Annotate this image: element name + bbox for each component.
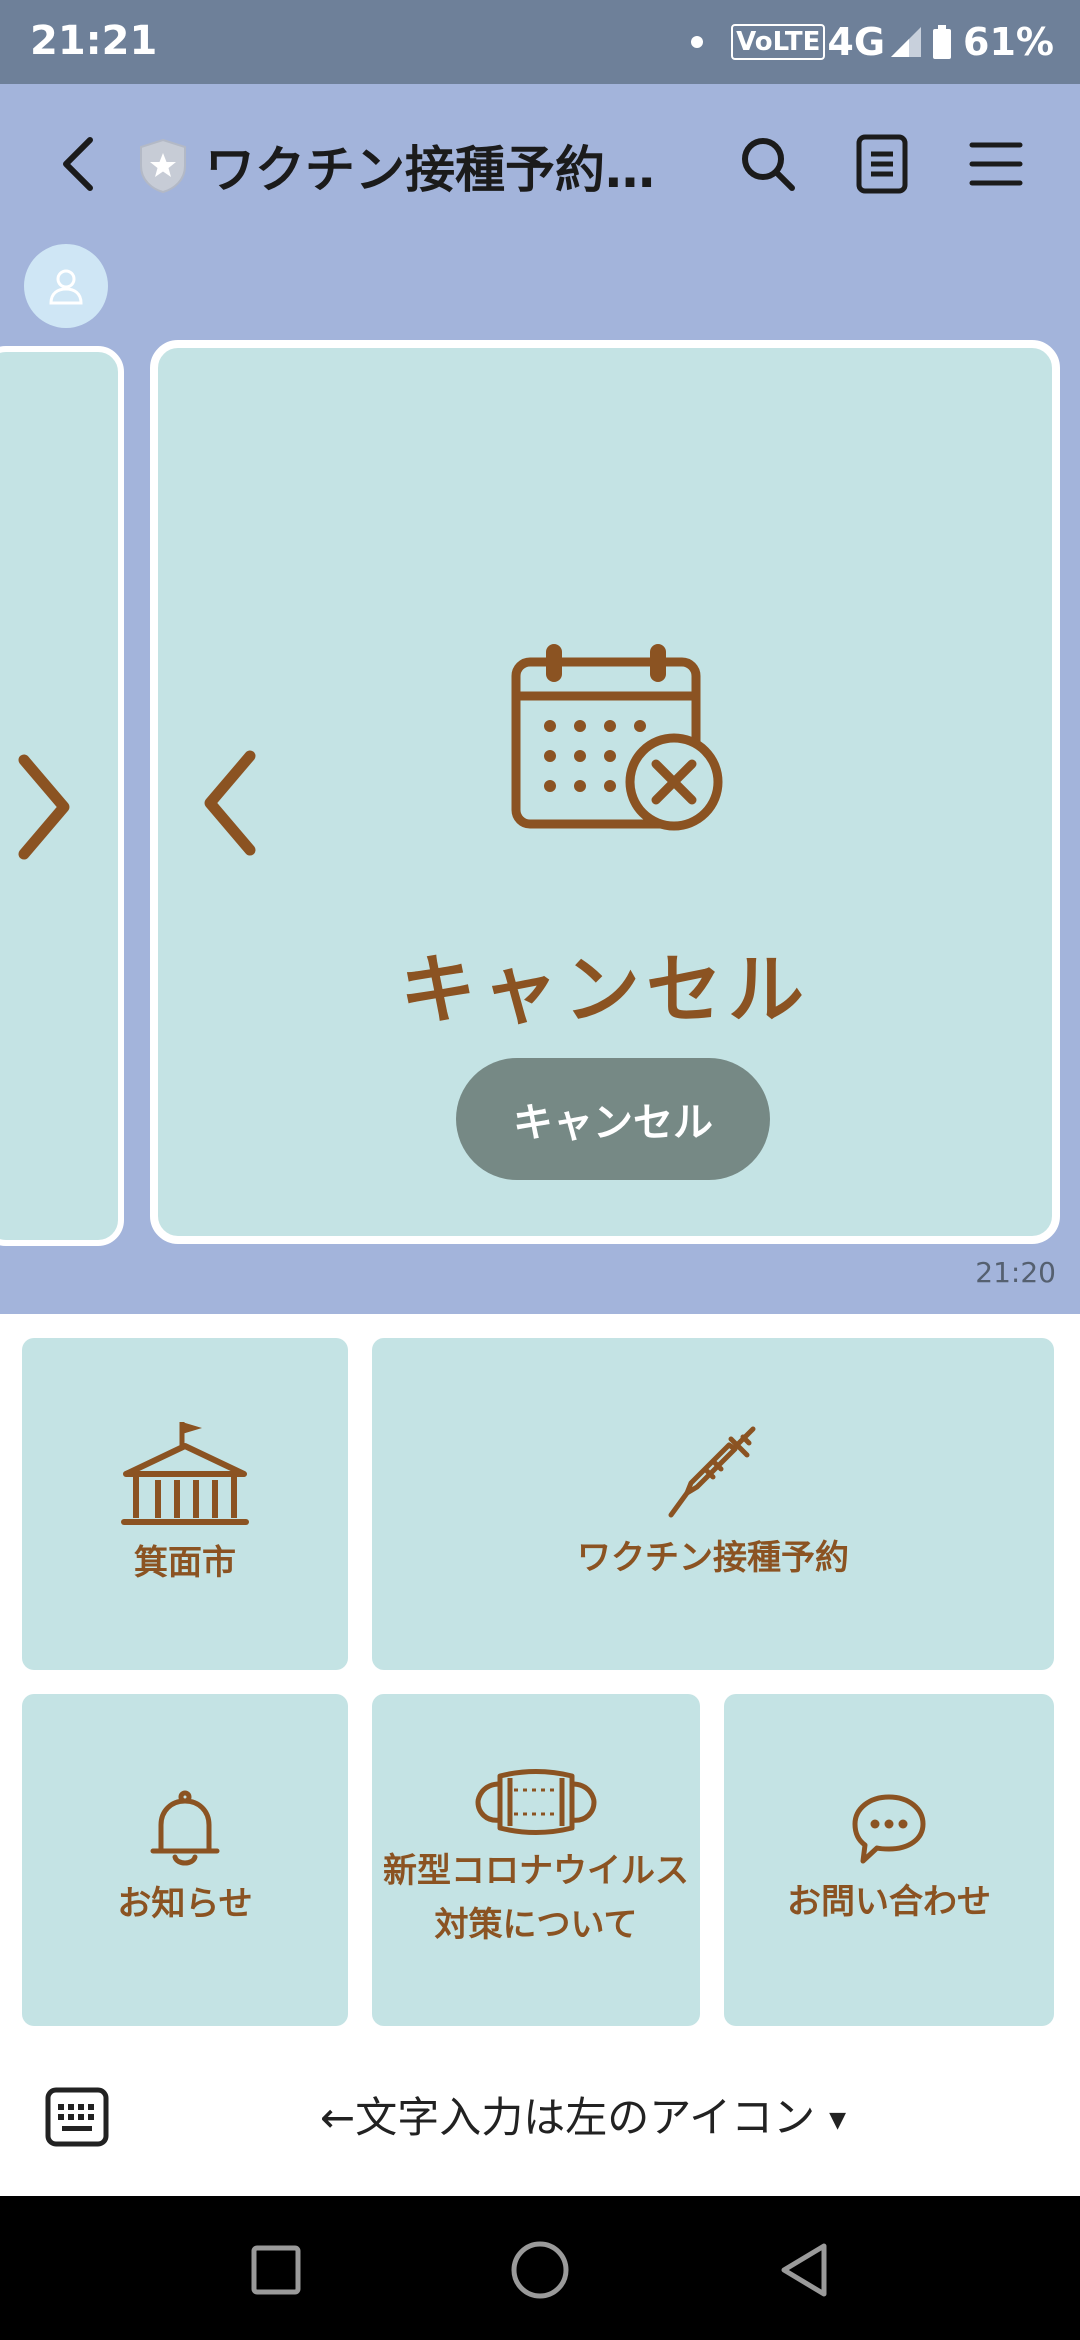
calendar-cancel-icon: [511, 644, 723, 831]
status-bar: 21:21 VoLTE 4G 61%: [0, 0, 1080, 84]
volte-badge: VoLTE: [731, 24, 826, 60]
recents-button[interactable]: [236, 2230, 316, 2310]
menu-tile-vaccine-reservation[interactable]: ワクチン接種予約: [372, 1338, 1054, 1670]
card-title: キャンセル: [400, 945, 810, 1034]
menu-tile-label: お知らせ: [117, 1884, 253, 1924]
keyboard-toggle-button[interactable]: [44, 2086, 110, 2148]
bell-icon: [150, 1790, 220, 1866]
carousel-card-cancel[interactable]: キャンセル キャンセル: [150, 340, 1060, 1244]
triangle-back-icon: [781, 2243, 827, 2297]
circle-icon: [511, 2241, 569, 2299]
keyboard-icon: [45, 2087, 109, 2147]
city-hall-icon: [121, 1422, 249, 1525]
mask-icon: [475, 1769, 597, 1835]
square-icon: [251, 2245, 301, 2295]
menu-icon: [969, 142, 1023, 186]
signal-icon: [891, 27, 922, 57]
caret-down-icon: ▼: [829, 2108, 847, 2133]
search-button[interactable]: [728, 124, 808, 204]
chat-bubble-icon: [852, 1794, 926, 1864]
person-icon: [49, 269, 83, 305]
menu-tile-covid-measures[interactable]: 新型コロナウイルス 対策について: [372, 1694, 700, 2026]
menu-tile-label: お問い合わせ: [787, 1882, 991, 1922]
search-icon: [742, 138, 795, 191]
menu-tile-label: 箕面市: [134, 1543, 236, 1583]
home-button[interactable]: [500, 2230, 580, 2310]
avatar[interactable]: [24, 244, 108, 328]
chat-header: ワクチン接種予約...: [0, 84, 1080, 244]
carousel-card-previous[interactable]: [0, 346, 124, 1246]
notification-dot-icon: [691, 36, 704, 48]
rich-menu-toggle-label: ←文字入力は左のアイコン: [320, 2093, 816, 2142]
menu-tile-contact[interactable]: お問い合わせ: [724, 1694, 1054, 2026]
chevron-right-icon[interactable]: [14, 752, 74, 862]
menu-tile-label: ワクチン接種予約: [577, 1538, 849, 1578]
input-bar: ←文字入力は左のアイコン ▼: [0, 2040, 1080, 2196]
menu-button[interactable]: [956, 124, 1036, 204]
battery-percent: 61%: [963, 20, 1054, 64]
shield-badge-icon: [138, 138, 188, 198]
status-time: 21:21: [30, 18, 158, 64]
menu-tile-notices[interactable]: お知らせ: [22, 1694, 348, 2026]
system-nav-bar: [0, 2196, 1080, 2340]
message-timestamp: 21:20: [975, 1256, 1056, 1289]
menu-tile-label-line1: 新型コロナウイルス: [383, 1851, 689, 1891]
rich-menu-toggle[interactable]: ←文字入力は左のアイコン ▼: [320, 2084, 846, 2145]
back-nav-button[interactable]: [764, 2230, 844, 2310]
chat-title: ワクチン接種予約...: [205, 141, 655, 199]
status-indicators: VoLTE 4G 61%: [691, 18, 1054, 66]
cancel-button[interactable]: キャンセル: [456, 1058, 770, 1180]
back-button[interactable]: [38, 124, 118, 204]
rich-menu: 箕面市 ワクチン接種予約 お知らせ 新型コロナウイルス 対策について お問い合わ…: [0, 1314, 1080, 2040]
network-type: 4G: [827, 20, 886, 64]
battery-icon: [933, 25, 952, 59]
notes-icon: [856, 134, 908, 194]
menu-tile-minoh-city[interactable]: 箕面市: [22, 1338, 348, 1670]
chevron-left-icon[interactable]: [200, 748, 260, 858]
syringe-icon: [668, 1426, 756, 1518]
chat-area[interactable]: ワクチン接種予約... キャンセル キャンセル 21:20: [0, 84, 1080, 1314]
back-arrow-icon: [63, 137, 93, 191]
menu-tile-label-line2: 対策について: [434, 1905, 638, 1945]
notes-button[interactable]: [842, 124, 922, 204]
